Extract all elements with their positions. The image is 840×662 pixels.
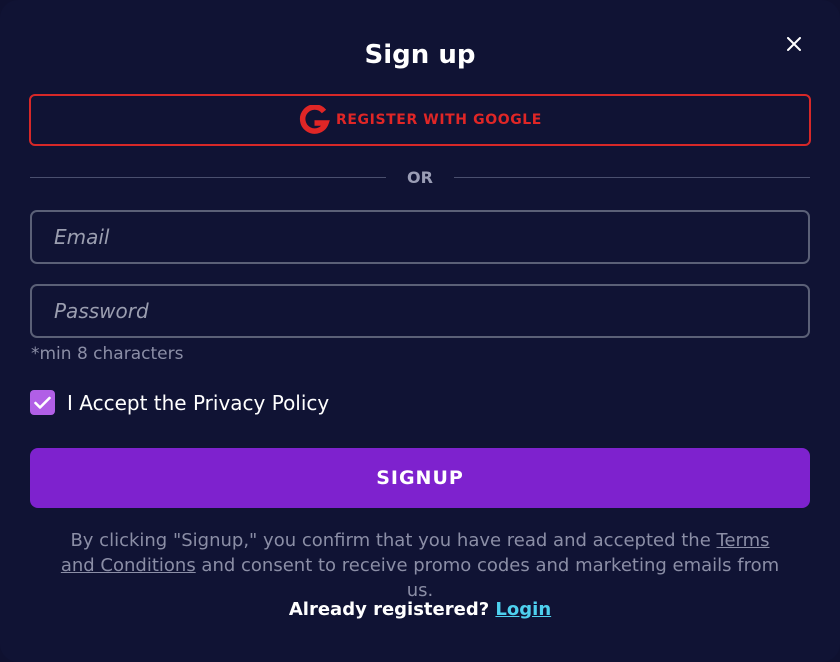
disclaimer-text-before: By clicking "Signup," you confirm that y… [70, 530, 717, 551]
signup-modal: Sign up REGISTER WITH GOOGLE OR *min 8 c… [0, 0, 840, 662]
privacy-policy-label: I Accept the Privacy Policy [67, 390, 330, 415]
google-button-label: REGISTER WITH GOOGLE [336, 112, 542, 128]
divider-line-right [454, 177, 810, 178]
close-button[interactable] [784, 34, 804, 54]
disclaimer-text-after: and consent to receive promo codes and m… [195, 555, 780, 601]
email-field[interactable] [30, 210, 810, 264]
or-divider: OR [30, 168, 810, 188]
signup-disclaimer: By clicking "Signup," you confirm that y… [60, 528, 780, 603]
password-hint: *min 8 characters [31, 344, 184, 364]
close-icon [787, 37, 801, 51]
already-registered-text: Already registered? [288, 599, 496, 620]
password-field[interactable] [30, 284, 810, 338]
privacy-policy-checkbox[interactable] [30, 390, 55, 415]
signup-button[interactable]: SIGNUP [30, 448, 810, 508]
already-registered: Already registered? Login [0, 599, 840, 620]
checkmark-icon [34, 396, 51, 409]
google-icon [299, 105, 330, 134]
modal-title: Sign up [364, 40, 476, 70]
register-with-google-button[interactable]: REGISTER WITH GOOGLE [29, 94, 811, 146]
privacy-policy-checkbox-row[interactable]: I Accept the Privacy Policy [30, 390, 329, 415]
login-link[interactable]: Login [495, 599, 551, 620]
